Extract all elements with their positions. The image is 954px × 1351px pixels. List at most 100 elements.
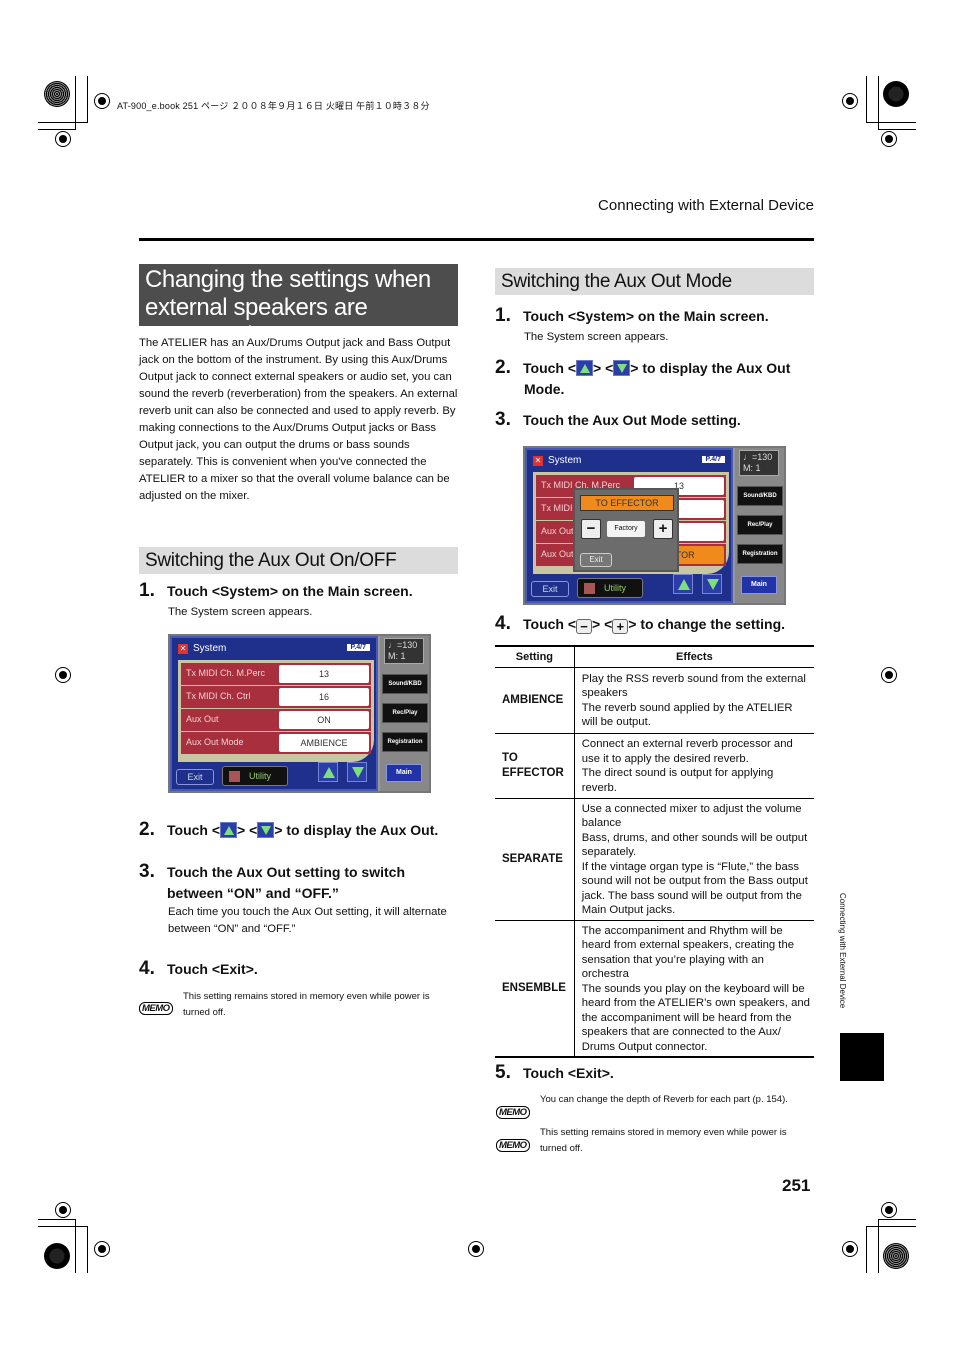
memo-icon: MEMO — [496, 1135, 530, 1153]
setting-row[interactable]: Tx MIDI Ch. M.Perc 13 — [181, 663, 371, 685]
page-indicator: P.4/7 — [701, 456, 725, 463]
system-screen-popup: ✕ System P.4/7 Tx MIDI Ch. M.Perc 13 Tx MI… — [523, 446, 786, 605]
registration-target-mark — [842, 93, 858, 109]
step-number: 4. — [495, 613, 511, 634]
setting-row-aux-out-mode[interactable]: Aux Out Mode AMBIENCE — [181, 732, 371, 754]
registration-target-mark — [55, 667, 71, 683]
effects-cell: The accompaniment and Rhythm will be hea… — [573, 920, 814, 1058]
step-2: 2. Touch < > < > to display the Aux Out Mod… — [495, 357, 814, 400]
page-down-button[interactable] — [702, 574, 722, 594]
step-text: > < — [592, 616, 613, 632]
step-3: 3. Touch the Aux Out setting to switch be… — [139, 861, 459, 904]
setting-value[interactable]: AMBIENCE — [279, 734, 369, 752]
step-text: > < — [593, 360, 614, 376]
setting-row-aux-out[interactable]: Aux Out ON — [181, 709, 371, 731]
rec-play-button[interactable]: Rec/Play — [737, 515, 783, 535]
memo-text: This setting remains stored in memory ev… — [540, 1127, 787, 1154]
tempo-display: ♩=130 M: 1 — [384, 638, 424, 664]
step-text: Touch the Aux Out Mode setting. — [523, 412, 741, 428]
setting-cell: SEPARATE — [495, 798, 575, 921]
utility-button[interactable]: Utility — [222, 766, 288, 786]
page-up-button[interactable] — [318, 762, 338, 782]
step-number: 5. — [495, 1062, 511, 1083]
step-text: Touch <System> on the Main screen. — [523, 308, 769, 324]
setting-label: Tx MIDI Ch. M.Perc — [186, 668, 266, 678]
crop-mark — [38, 1219, 76, 1273]
registration-target-mark — [468, 1241, 484, 1257]
effect-line: Play the RSS reverb sound from the exter… — [581, 672, 806, 700]
setting-label: Tx MIDI Ch. Ctrl — [186, 691, 251, 701]
sound-kbd-button[interactable]: Sound/KBD — [382, 674, 428, 694]
print-header: AT-900_e.book 251 ページ ２００８年９月１６日 火曜日 午前１… — [117, 101, 430, 111]
setting-value[interactable]: ON — [279, 711, 369, 729]
registration-target-mark — [55, 1202, 71, 1218]
intro-paragraph: The ATELIER has an Aux/Drums Output jack… — [139, 337, 458, 502]
effect-line: Connect an external reverb processor and… — [581, 738, 793, 765]
setting-value[interactable]: 13 — [279, 665, 369, 683]
registration-target-mark — [881, 1202, 897, 1218]
setting-row[interactable]: Tx MIDI Ch. Ctrl 16 — [181, 686, 371, 708]
table-row: SEPARATE Use a connected mixer to adjust … — [495, 798, 814, 921]
system-icon: ✕ — [178, 644, 188, 654]
setting-label: Aux Out — [186, 714, 219, 724]
step-text: Touch <System> on the Main screen. — [167, 583, 413, 599]
exit-button[interactable]: Exit — [531, 581, 569, 597]
step-1: 1. Touch <System> on the Main screen. — [495, 305, 769, 327]
table-row: TO EFFECTOR Connect an external reverb pr… — [495, 733, 814, 799]
minus-button[interactable]: − — [581, 519, 601, 539]
tempo-display: ♩=130 M: 1 — [739, 450, 779, 476]
setting-value[interactable]: 16 — [279, 688, 369, 706]
utility-button[interactable]: Utility — [577, 578, 643, 598]
step-text: Touch <Exit>. — [523, 1065, 614, 1081]
page-indicator: P.4/7 — [346, 644, 370, 651]
table-row: ENSEMBLE The accompaniment and Rhythm wil… — [495, 920, 814, 1058]
memo-label: MEMO — [496, 1139, 530, 1152]
table-row: AMBIENCE Play the RSS reverb sound from t… — [495, 667, 814, 734]
step-text: Touch < — [523, 616, 577, 632]
system-icon: ✕ — [533, 456, 543, 466]
popup-exit-button[interactable]: Exit — [580, 553, 612, 567]
exit-button[interactable]: Exit — [176, 769, 214, 785]
step-number: 2. — [139, 819, 155, 840]
step-text: > to change the setting. — [628, 616, 786, 632]
down-arrow-icon — [257, 822, 275, 838]
up-arrow-icon — [576, 360, 594, 376]
registration-target-mark — [94, 1241, 110, 1257]
step-sub: Each time you touch the Aux Out setting,… — [168, 906, 447, 935]
table-header-row: Setting Effects — [495, 645, 814, 668]
screen-title: ✕ System — [178, 643, 226, 654]
tempo-value: ♩=130 — [743, 452, 773, 462]
page-down-button[interactable] — [347, 762, 367, 782]
page-up-button[interactable] — [673, 574, 693, 594]
step-number: 1. — [139, 580, 155, 601]
screen-side-panel: ♩=130 M: 1 Sound/KBD Rec/Play Registratio… — [380, 636, 429, 791]
memo-label: MEMO — [139, 1002, 173, 1015]
main-button[interactable]: Main — [386, 764, 422, 782]
plus-button[interactable]: + — [653, 519, 673, 539]
running-header: Connecting with External Device — [598, 197, 814, 214]
chapter-title-line: Changing the settings when — [145, 266, 431, 293]
rec-play-button[interactable]: Rec/Play — [382, 703, 428, 723]
measure-value: M: 1 — [743, 463, 761, 473]
crop-mark — [38, 76, 76, 130]
step-2: 2. Touch < > < > to display the Aux Out. — [139, 819, 438, 841]
registration-target-mark — [842, 1241, 858, 1257]
value-popup: TO EFFECTOR − Factory + Exit — [573, 488, 679, 572]
side-tab-marker — [840, 1033, 884, 1081]
sound-kbd-button[interactable]: Sound/KBD — [737, 486, 783, 506]
memo-text: You can change the depth of Reverb for e… — [540, 1094, 788, 1105]
column-header: Setting — [495, 645, 575, 668]
effect-line: The direct sound is output for applying … — [581, 767, 774, 794]
setting-label: Tx MIDI — [541, 503, 573, 513]
main-button[interactable]: Main — [741, 576, 777, 594]
setting-label: Aux Out — [541, 526, 574, 536]
step-text: > < — [237, 822, 258, 838]
step-number: 1. — [495, 305, 511, 326]
effects-cell: Connect an external reverb processor and… — [573, 733, 814, 799]
factory-button[interactable]: Factory — [607, 521, 645, 537]
effects-cell: Play the RSS reverb sound from the exter… — [573, 667, 814, 734]
memo-label: MEMO — [496, 1106, 530, 1119]
setting-cell: TO EFFECTOR — [495, 733, 575, 799]
registration-button[interactable]: Registration — [382, 732, 428, 752]
registration-button[interactable]: Registration — [737, 544, 783, 564]
